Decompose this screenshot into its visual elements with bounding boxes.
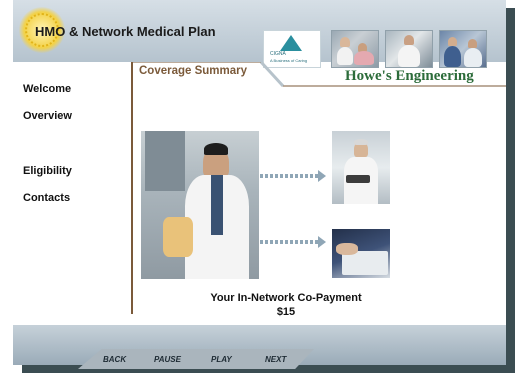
arrow-to-top-photo	[260, 170, 330, 182]
content-divider	[131, 62, 133, 314]
tree-logo-icon	[280, 35, 302, 51]
presentation-frame: HMO & Network Medical Plan CIGNA A Busin…	[13, 0, 506, 365]
arrow-to-bottom-photo	[260, 236, 330, 248]
nav-overview[interactable]: Overview	[23, 110, 72, 122]
header-bar: HMO & Network Medical Plan CIGNA A Busin…	[13, 0, 506, 68]
nav-welcome[interactable]: Welcome	[23, 83, 71, 95]
play-button[interactable]: PLAY	[211, 355, 232, 364]
back-button[interactable]: BACK	[103, 355, 126, 364]
section-title: Coverage Summary	[139, 65, 248, 77]
paperwork-photo	[332, 229, 390, 278]
copay-label: Your In-Network Co-Payment	[210, 292, 362, 304]
next-button[interactable]: NEXT	[265, 355, 286, 364]
physician-photo	[332, 131, 390, 204]
nav-eligibility[interactable]: Eligibility	[23, 165, 72, 177]
pause-button[interactable]: PAUSE	[154, 355, 181, 364]
copay-value: $15	[276, 306, 296, 318]
company-name: Howe's Engineering	[345, 68, 474, 84]
doctor-photo	[141, 131, 259, 279]
app-title: HMO & Network Medical Plan	[35, 24, 216, 39]
nav-contacts[interactable]: Contacts	[23, 192, 70, 204]
cigna-name: CIGNA	[270, 51, 286, 57]
